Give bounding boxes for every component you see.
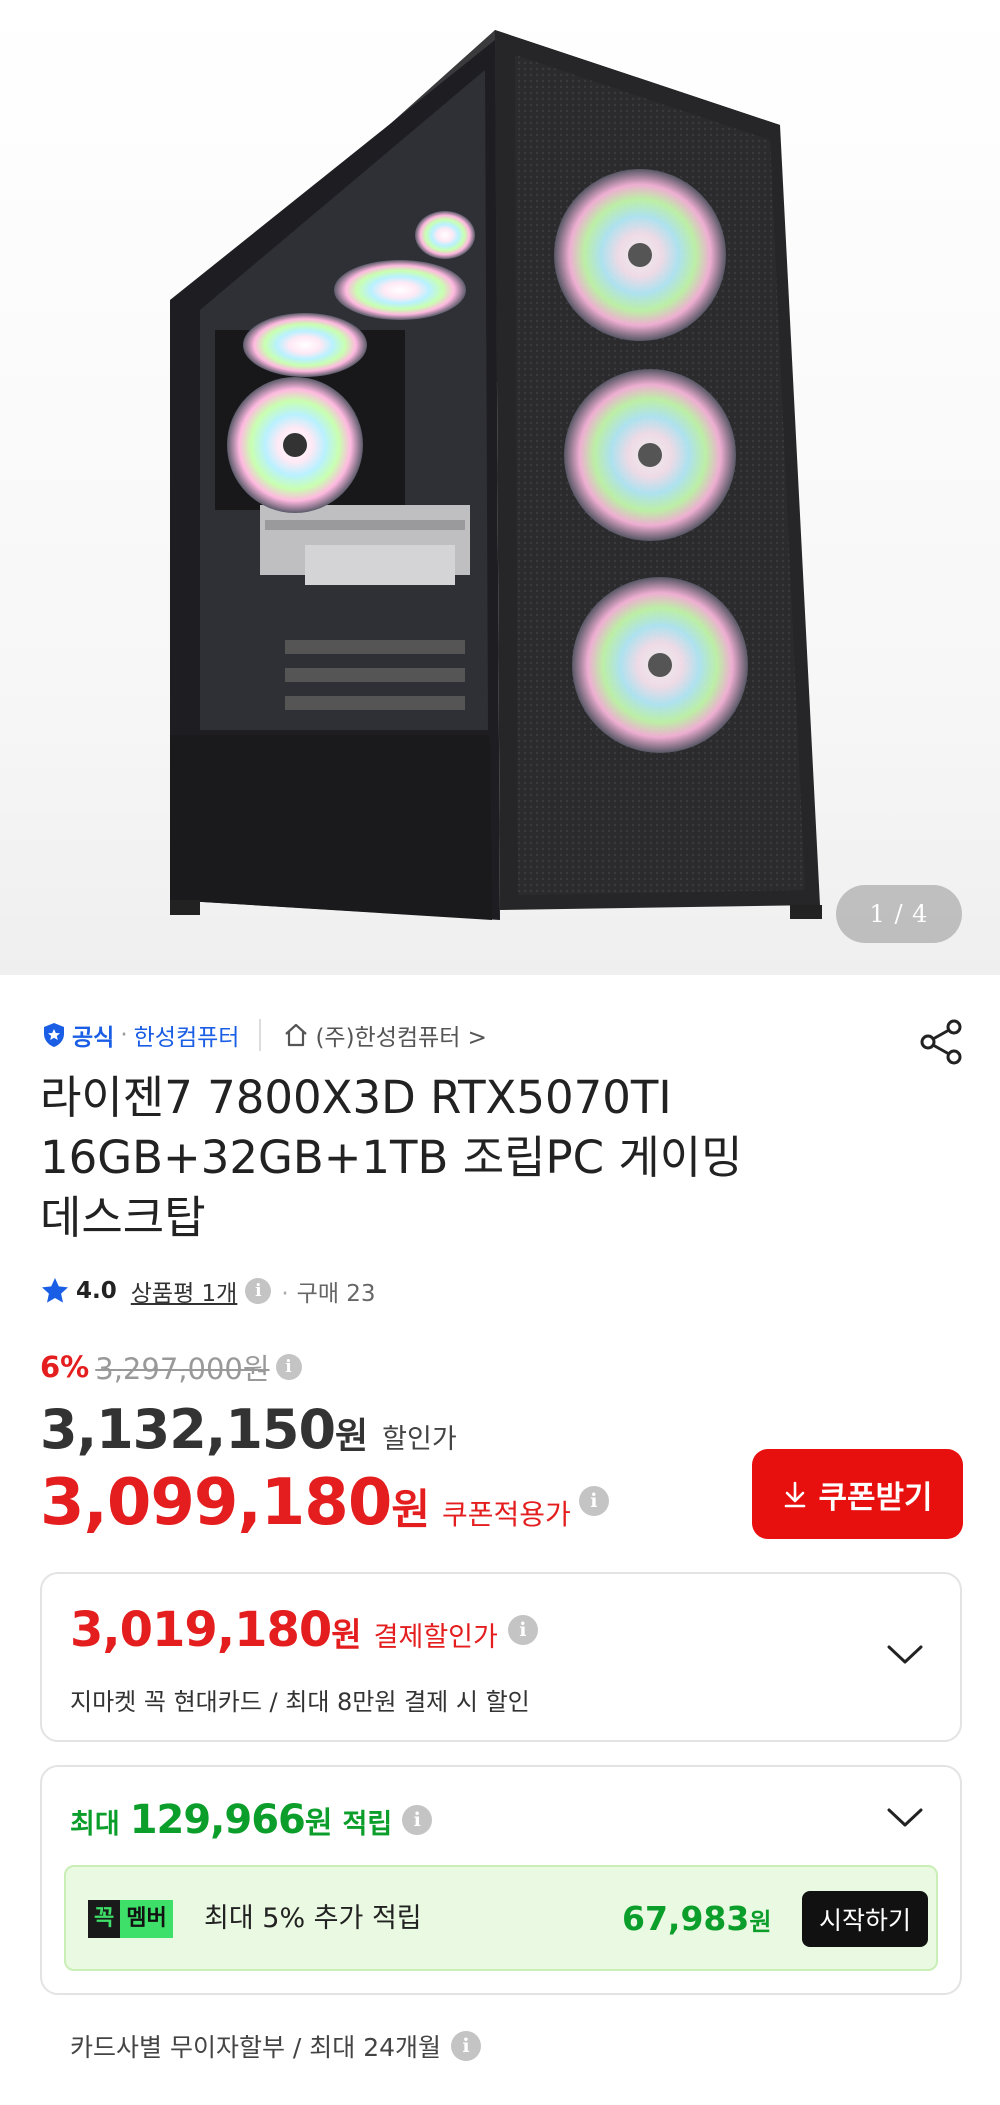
store-name: (주)한성컴퓨터 > [315,1025,487,1051]
member-badge-left: 꼭 [88,1900,121,1938]
separator-dot: · [281,1281,289,1307]
image-counter: 1 / 4 [836,885,962,943]
sale-price-label: 할인가 [382,1424,457,1455]
title-line-2: 16GB+32GB+1TB 조립PC 게이밍 [40,1131,743,1184]
member-promo: 꼭 멤버 최대 5% 추가 적립 67,983원 시작하기 [64,1865,938,1971]
share-icon[interactable] [915,1015,969,1069]
chevron-down-icon[interactable] [886,1807,924,1829]
points-suffix: 적립 [342,1809,393,1840]
get-coupon-button[interactable]: 쿠폰받기 [752,1449,963,1539]
points-prefix: 최대 [70,1809,120,1840]
member-amount-value: 67,983 [622,1899,750,1938]
payment-price: 3,019,180 [70,1602,332,1658]
payment-discount-box[interactable]: 3,019,180 원 결제할인가 i 지마켓 꼭 현대카드 / 최대 8만원 … [40,1572,962,1742]
points-currency: 원 [304,1806,333,1841]
home-icon [285,1023,308,1047]
official-badge[interactable]: 공식 [40,1018,114,1052]
title-line-1: 라이젠7 7800X3D RTX5070TI [40,1071,672,1124]
product-title: 라이젠7 7800X3D RTX5070TI 16GB+32GB+1TB 조립P… [40,1068,890,1248]
rating-score: 4.0 [76,1278,117,1304]
coupon-price-row: 3,099,180 원 쿠폰적용가 i [40,1466,609,1540]
member-promo-text: 최대 5% 추가 적립 [204,1903,422,1934]
info-icon[interactable]: i [245,1278,272,1304]
coupon-price: 3,099,180 [40,1466,392,1540]
member-amount: 67,983원 [622,1899,771,1942]
start-membership-button[interactable]: 시작하기 [802,1891,928,1947]
purchase-label: 구매 23 [296,1281,376,1307]
sale-currency: 원 [335,1416,369,1457]
payment-price-row: 3,019,180 원 결제할인가 i [70,1602,538,1658]
payment-currency: 원 [331,1615,362,1654]
rating-row: 4.0 상품평 1개 i · 구매 23 [40,1272,376,1310]
sale-price-row: 3,132,150 원 할인가 [40,1398,457,1461]
star-icon [42,1278,68,1303]
member-badge: 꼭 멤버 [88,1900,173,1938]
info-icon[interactable]: i [402,1805,433,1835]
installment-text: 카드사별 무이자할부 / 최대 24개월 [70,2033,442,2062]
payment-description: 지마켓 꼭 현대카드 / 최대 8만원 결제 시 할인 [70,1688,530,1716]
info-icon[interactable]: i [451,2031,482,2061]
info-icon[interactable]: i [507,1615,538,1645]
original-price: 3,297,000원 [95,1352,270,1386]
payment-price-label: 결제할인가 [373,1622,498,1653]
review-count-link[interactable]: 상품평 1개 [131,1274,238,1308]
discount-rate: 6% [40,1350,90,1384]
separator-dot: · [120,1022,128,1048]
points-amount: 129,966 [129,1797,306,1843]
points-box[interactable]: 최대 129,966 원 적립 i 꼭 멤버 최대 5% 추가 적립 67,98… [40,1765,962,1995]
official-shield-icon [44,1023,64,1047]
divider [259,1019,262,1051]
store-link[interactable]: (주)한성컴퓨터 > [283,1018,487,1052]
sale-price: 3,132,150 [40,1398,336,1461]
info-icon[interactable]: i [275,1354,302,1380]
info-icon[interactable]: i [578,1486,609,1516]
coupon-button-label: 쿠폰받기 [818,1479,933,1516]
installment-info: 카드사별 무이자할부 / 최대 24개월 i [70,2026,482,2066]
download-arrow-icon [785,1481,806,1508]
seller-row: 공식 · 한성컴퓨터 (주)한성컴퓨터 > [40,1015,487,1055]
discount-row: 6% 3,297,000원 i [40,1347,302,1387]
title-line-3: 데스크탑 [40,1191,206,1244]
coupon-currency: 원 [391,1485,430,1534]
member-badge-right: 멤버 [120,1900,173,1938]
brand-link[interactable]: 한성컴퓨터 [134,1018,240,1052]
chevron-down-icon[interactable] [886,1644,924,1666]
pc-case-illustration [170,30,822,920]
member-amount-currency: 원 [749,1908,772,1936]
points-row: 최대 129,966 원 적립 i [70,1797,433,1843]
official-label: 공식 [72,1025,115,1051]
purchase-count: · 구매 23 [281,1274,375,1308]
coupon-price-label: 쿠폰적용가 [441,1498,571,1531]
product-image[interactable]: 1 / 4 [0,0,1000,975]
